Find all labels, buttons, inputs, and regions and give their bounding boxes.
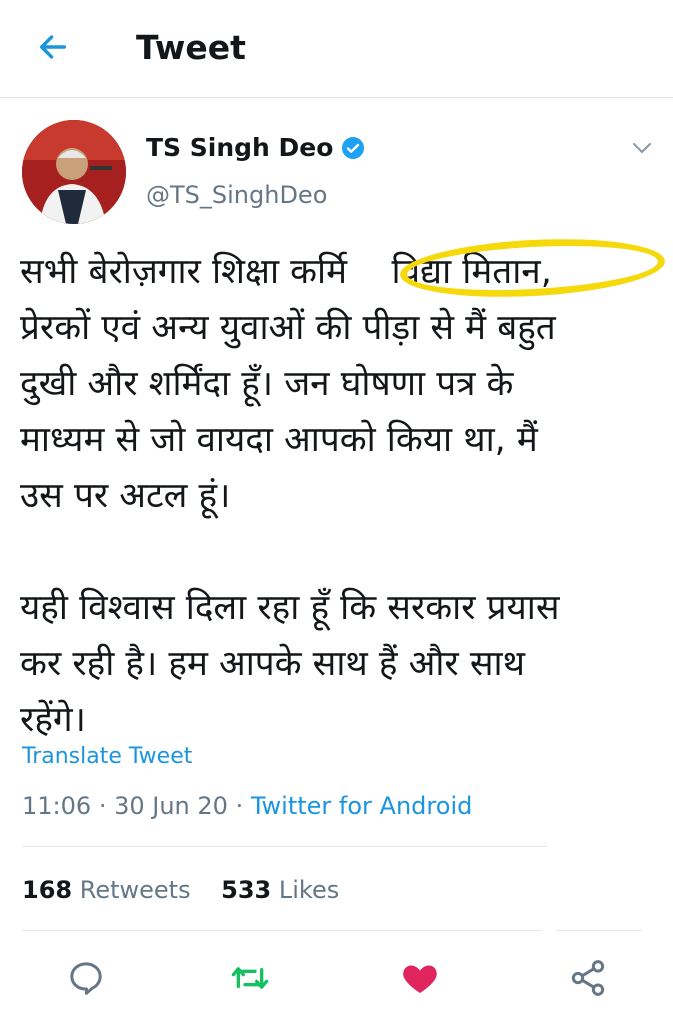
avatar-photo [22, 120, 126, 224]
page-title: Tweet [136, 28, 246, 67]
author-handle[interactable]: @TS_SinghDeo [146, 181, 327, 209]
tweet-meta: 11:06 · 30 Jun 20 · Twitter for Android [22, 792, 472, 820]
verified-badge-icon [342, 136, 365, 159]
reply-icon[interactable] [66, 958, 106, 998]
heart-icon[interactable] [400, 958, 440, 998]
tweet-stats: 168 Retweets 533 Likes [22, 876, 339, 904]
retweet-icon[interactable] [230, 958, 270, 998]
likes-stat[interactable]: 533 Likes [221, 876, 339, 904]
likes-label: Likes [278, 876, 340, 904]
chevron-down-icon[interactable] [630, 138, 654, 158]
share-icon[interactable] [568, 958, 608, 998]
author-row: TS Singh Deo [146, 133, 365, 162]
translate-tweet-link[interactable]: Translate Tweet [22, 744, 192, 769]
arrow-left-icon[interactable] [36, 30, 70, 64]
retweets-stat[interactable]: 168 Retweets [22, 876, 191, 904]
meta-separator: · [98, 792, 107, 820]
retweets-count: 168 [22, 876, 73, 904]
likes-count: 533 [221, 876, 272, 904]
top-bar: Tweet [0, 0, 673, 98]
tweet-time: 11:06 [22, 792, 92, 820]
divider [22, 846, 547, 847]
tweet-source-link[interactable]: Twitter for Android [251, 792, 472, 820]
divider [22, 930, 542, 931]
tweet-date: 30 Jun 20 [114, 792, 228, 820]
author-name[interactable]: TS Singh Deo [146, 133, 333, 162]
retweets-label: Retweets [79, 876, 191, 904]
tweet-text: सभी बेरोज़गार शिक्षा कर्मि विद्या मितान,… [20, 252, 560, 740]
meta-separator: · [235, 792, 244, 820]
divider [556, 930, 642, 931]
avatar[interactable] [22, 120, 126, 224]
